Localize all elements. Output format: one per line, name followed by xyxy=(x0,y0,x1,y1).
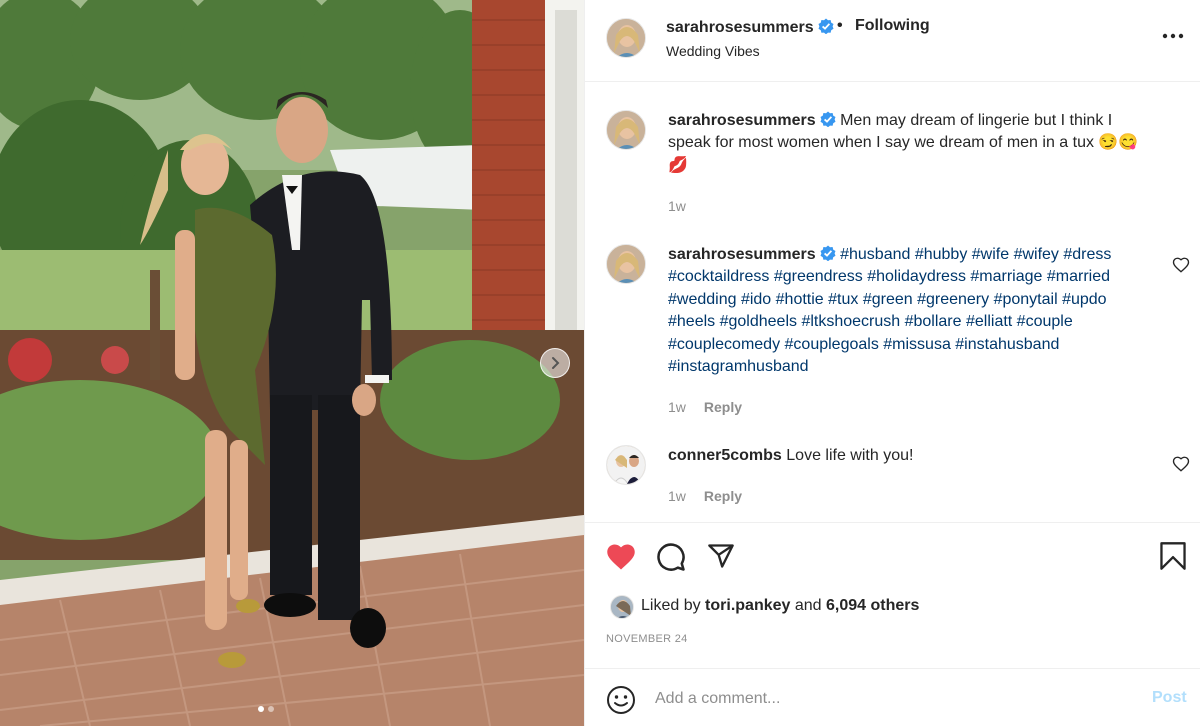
avatar-image xyxy=(607,19,645,57)
like-comment-heart-icon[interactable] xyxy=(1172,455,1190,473)
chevron-right-icon xyxy=(552,357,560,369)
comment-text: Love life with you! xyxy=(786,447,914,464)
carousel-dots xyxy=(258,706,274,712)
comments-list: sarahrosesummers Men may dream of linger… xyxy=(585,82,1200,522)
liked-by-prefix: Liked by xyxy=(641,597,701,614)
photo-illustration xyxy=(0,0,584,726)
author-username[interactable]: sarahrosesummers xyxy=(666,18,834,37)
comment-time[interactable]: 1w xyxy=(668,399,686,415)
avatar-image xyxy=(607,245,645,283)
comment-time[interactable]: 1w xyxy=(668,198,686,214)
emoji-icon[interactable] xyxy=(606,685,636,715)
comment-username[interactable]: conner5combs xyxy=(668,447,782,464)
carousel-dot-2 xyxy=(268,706,274,712)
header-separator: • xyxy=(837,17,843,34)
comment-time[interactable]: 1w xyxy=(668,488,686,504)
commenter-avatar[interactable] xyxy=(606,110,646,150)
reply-button[interactable]: Reply xyxy=(704,488,742,504)
verified-badge-icon xyxy=(820,245,836,261)
likes-count[interactable]: 6,094 others xyxy=(826,597,919,614)
heart-liked-icon[interactable] xyxy=(606,543,636,571)
hashtag-list[interactable]: #husband #hubby #wife #wifey #dress #coc… xyxy=(668,246,1111,375)
verified-badge-icon xyxy=(820,111,836,127)
post-photo[interactable] xyxy=(0,0,584,726)
carousel-next-button[interactable] xyxy=(540,348,570,378)
share-paper-plane-icon[interactable] xyxy=(706,542,736,570)
comment-body: conner5combs Love life with you! xyxy=(668,445,1158,467)
comment-meta: 1w Reply xyxy=(668,399,742,415)
more-options-icon[interactable] xyxy=(1160,26,1186,46)
liked-by-joiner: and xyxy=(794,597,822,614)
save-bookmark-icon[interactable] xyxy=(1159,541,1187,571)
reply-button[interactable]: Reply xyxy=(704,399,742,415)
like-comment-heart-icon[interactable] xyxy=(1172,256,1190,274)
carousel-dot-1 xyxy=(258,706,264,712)
post-comment-button[interactable]: Post xyxy=(1152,689,1187,707)
liked-by-avatar[interactable] xyxy=(610,595,634,619)
liked-by-user[interactable]: tori.pankey xyxy=(705,597,790,614)
following-button[interactable]: Following xyxy=(855,17,930,35)
comment-username[interactable]: sarahrosesummers xyxy=(668,112,816,129)
verified-badge-icon xyxy=(818,18,834,34)
avatar-image xyxy=(607,111,645,149)
avatar-image xyxy=(611,596,633,618)
comment-body: sarahrosesummers #husband #hubby #wife #… xyxy=(668,244,1158,378)
add-comment-bar: Post xyxy=(585,668,1200,726)
author-username-text[interactable]: sarahrosesummers xyxy=(666,19,814,36)
comment-meta: 1w Reply xyxy=(668,488,742,504)
commenter-avatar[interactable] xyxy=(606,244,646,284)
comment-meta: 1w xyxy=(668,198,686,214)
comment-username[interactable]: sarahrosesummers xyxy=(668,246,816,263)
post-header: sarahrosesummers • Following Wedding Vib… xyxy=(585,0,1200,82)
post-date[interactable]: NOVEMBER 24 xyxy=(606,633,688,645)
post-side-panel: sarahrosesummers • Following Wedding Vib… xyxy=(584,0,1200,726)
avatar-image xyxy=(607,446,645,484)
post-actions: Liked by tori.pankey and 6,094 others NO… xyxy=(585,522,1200,668)
comment-body: sarahrosesummers Men may dream of linger… xyxy=(668,110,1158,177)
commenter-avatar[interactable] xyxy=(606,445,646,485)
add-comment-input[interactable] xyxy=(655,683,1135,715)
author-avatar[interactable] xyxy=(606,18,646,58)
comment-icon[interactable] xyxy=(656,542,686,572)
post-location[interactable]: Wedding Vibes xyxy=(666,43,760,59)
liked-by-text: Liked by tori.pankey and 6,094 others xyxy=(641,597,919,615)
